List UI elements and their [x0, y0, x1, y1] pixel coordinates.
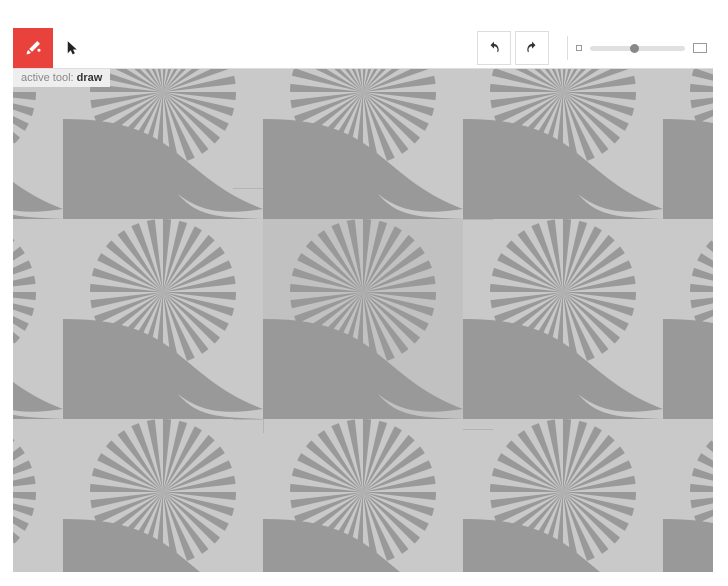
status-value: draw — [77, 72, 103, 84]
pattern-tile — [463, 219, 663, 419]
select-tool-button[interactable] — [53, 28, 93, 68]
cursor-icon — [64, 39, 82, 57]
redo-button[interactable] — [515, 31, 549, 65]
pattern-tile — [263, 69, 463, 219]
status-bar: active tool: draw — [13, 69, 110, 87]
undo-button[interactable] — [477, 31, 511, 65]
pattern-tile — [663, 69, 713, 219]
pattern-tile — [263, 219, 463, 419]
pattern-tile — [663, 419, 713, 572]
draw-tool-button[interactable] — [13, 28, 53, 68]
undo-icon — [487, 41, 501, 55]
zoom-controls — [576, 43, 713, 53]
redo-icon — [525, 41, 539, 55]
pattern-tile — [263, 419, 463, 572]
status-label: active tool: — [21, 72, 74, 84]
pattern-canvas[interactable] — [13, 69, 713, 572]
history-buttons — [477, 31, 559, 65]
pattern-tile — [463, 69, 663, 219]
pattern-tile — [63, 219, 263, 419]
zoom-in-icon[interactable] — [693, 43, 707, 53]
pattern-tile — [13, 219, 63, 419]
pattern-tile — [63, 419, 263, 572]
pattern-tile — [13, 419, 63, 572]
toolbar — [13, 28, 713, 69]
pattern-tile — [463, 419, 663, 572]
pattern-tile — [13, 69, 63, 219]
pattern-tile — [63, 69, 263, 219]
divider — [567, 36, 568, 60]
brush-icon — [24, 39, 42, 57]
zoom-slider-thumb[interactable] — [630, 44, 639, 53]
zoom-out-icon[interactable] — [576, 45, 582, 51]
zoom-slider[interactable] — [590, 46, 685, 51]
pattern-tile — [663, 219, 713, 419]
